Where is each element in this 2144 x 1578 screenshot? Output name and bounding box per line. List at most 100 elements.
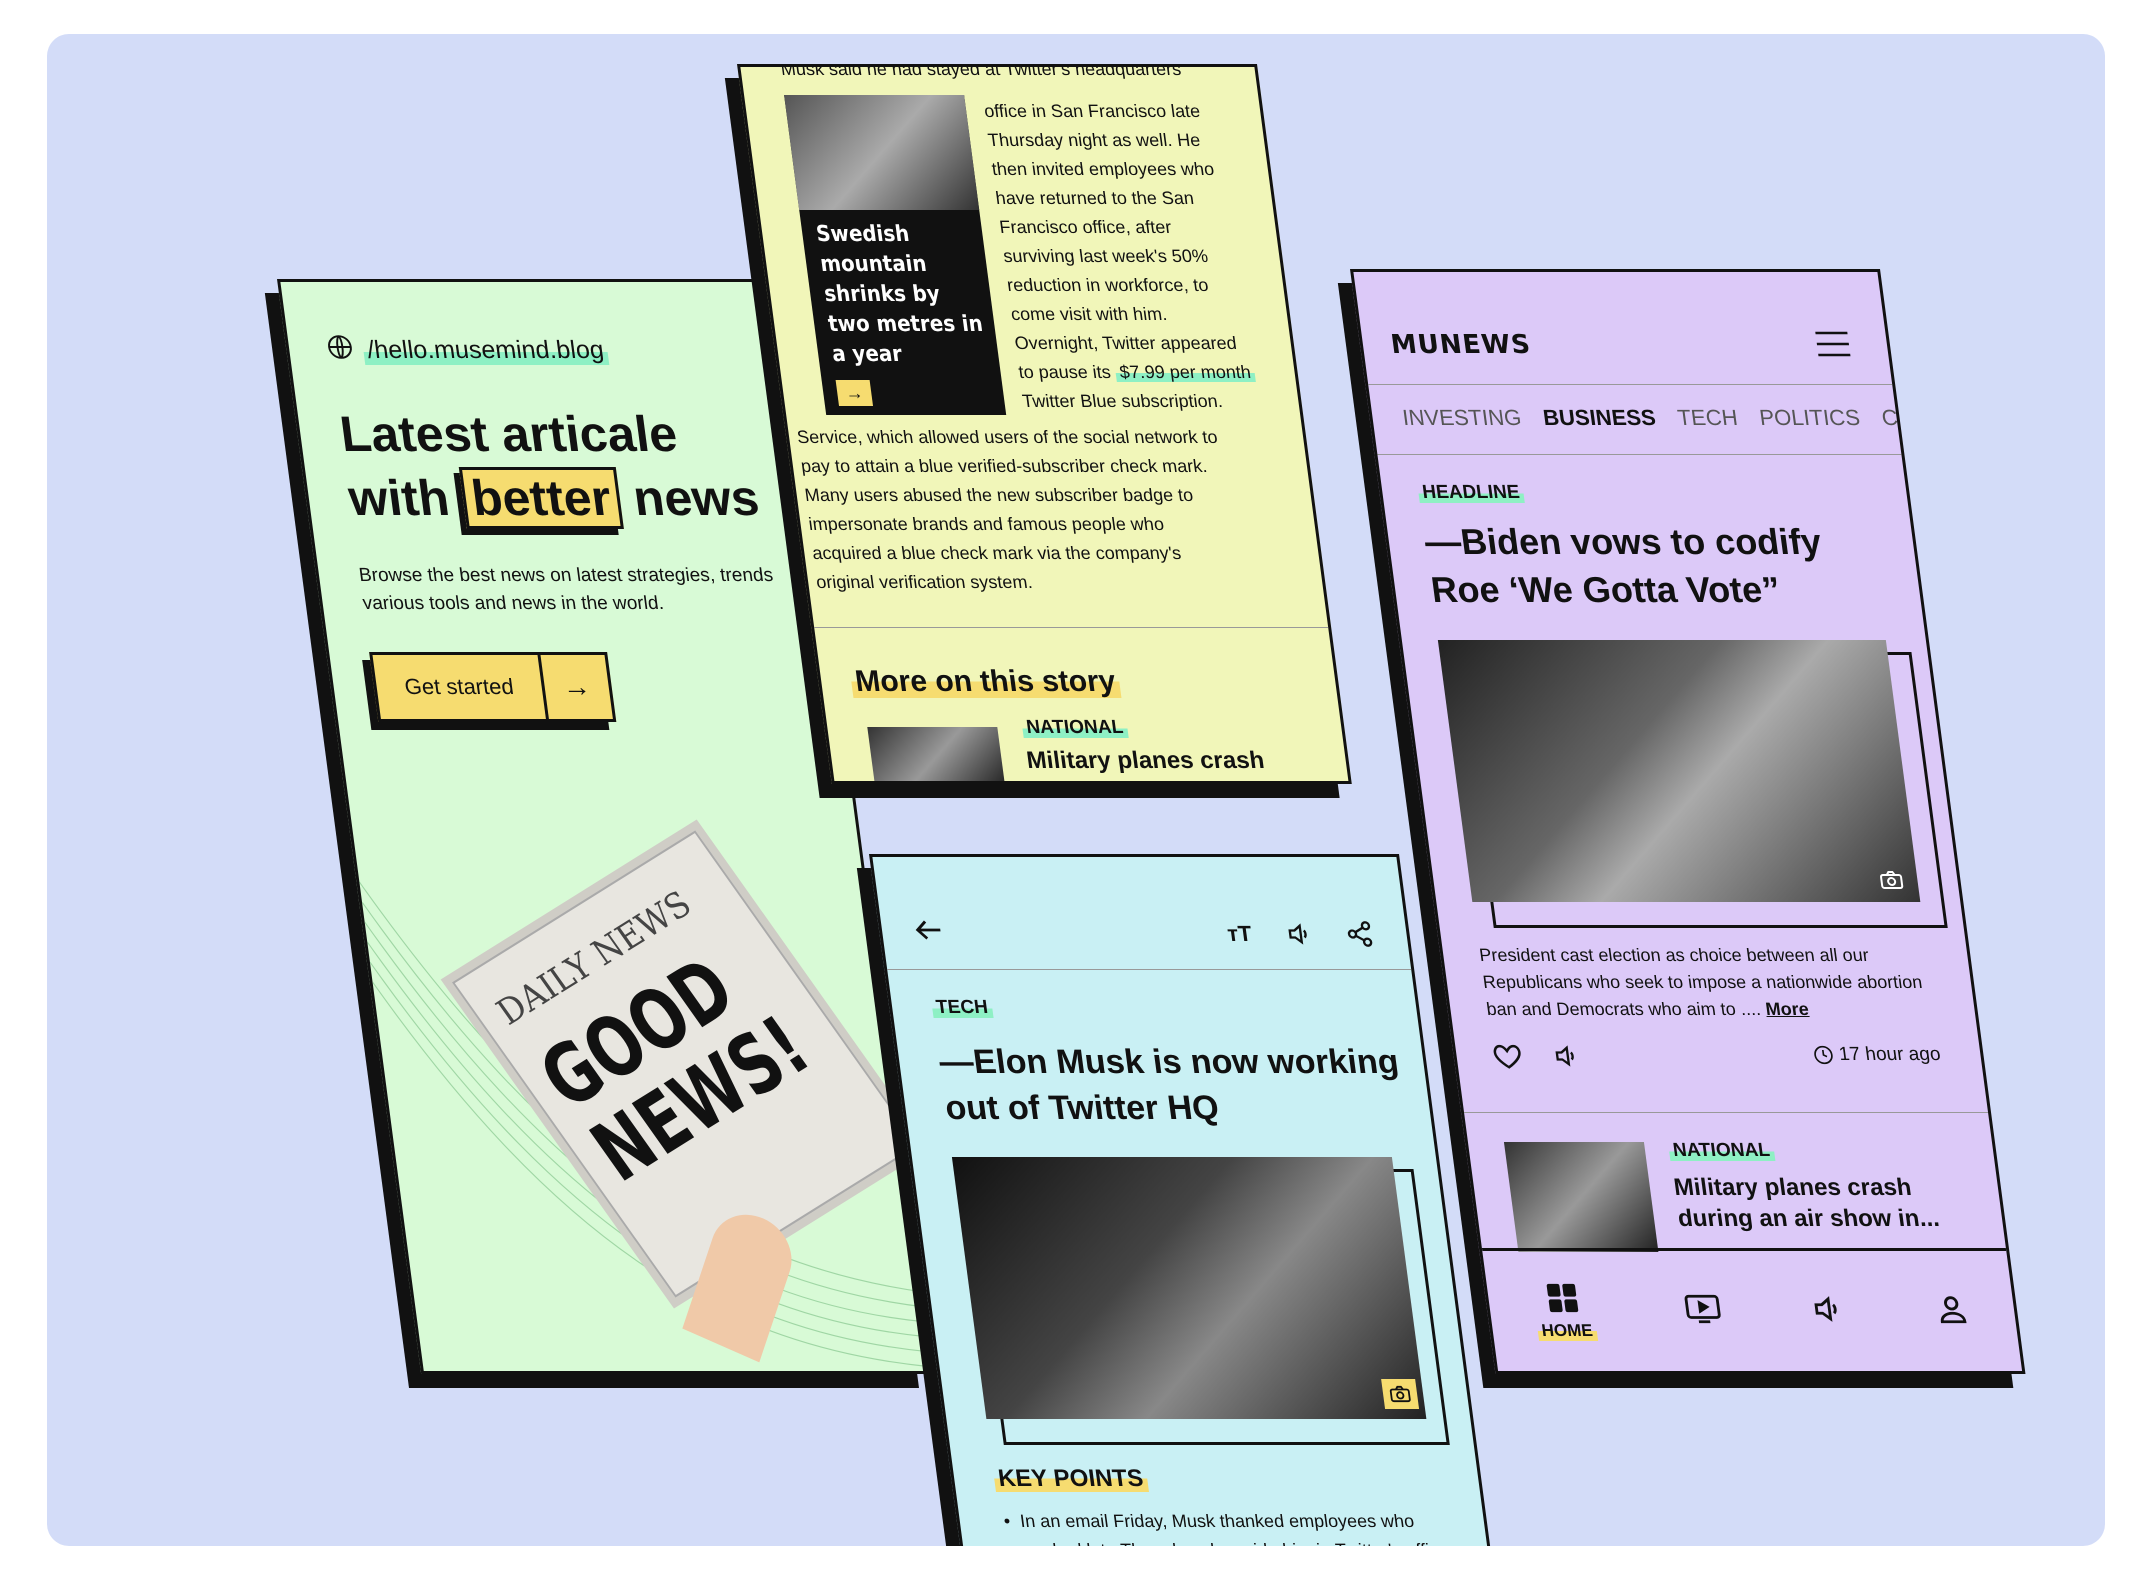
headline-word-with: with <box>345 470 453 526</box>
key-points-text: KEY POINTS <box>992 1465 1149 1492</box>
category: TECH <box>930 997 994 1019</box>
divider <box>1463 1112 1989 1113</box>
bullet-dot: • <box>1002 1511 1012 1531</box>
headline-line-2: with better news <box>345 466 813 530</box>
site-url[interactable]: /hello.musemind.blog <box>361 336 610 365</box>
tab-more[interactable]: C <box>1880 405 1899 431</box>
article-line: reduction in workforce, to <box>1005 275 1210 295</box>
body-line: Service, which allowed users of the soci… <box>795 427 1219 447</box>
bullet-item: • In an email Friday, Musk thanked emplo… <box>1002 1507 1473 1546</box>
headline-word-news: news <box>629 470 763 526</box>
divider <box>814 627 1329 628</box>
tab-politics[interactable]: POLITICS <box>1758 405 1862 431</box>
video-icon <box>1684 1294 1721 1323</box>
hamburger-icon <box>1815 331 1851 357</box>
cut-text: Musk said he had stayed at Twitter's hea… <box>779 64 1183 79</box>
article-line: then invited employees who <box>990 159 1216 179</box>
body-line: Many users abused the new subscriber bad… <box>803 485 1195 505</box>
more-on-story-title: More on this story <box>849 665 1122 699</box>
arrow-left-icon <box>915 920 941 940</box>
back-button[interactable] <box>910 913 949 952</box>
tab-investing[interactable]: INVESTING <box>1401 405 1523 431</box>
category-label: HEADLINE <box>1417 482 1525 503</box>
background-panel: /hello.musemind.blog Latest articale wit… <box>47 34 2105 1546</box>
headline-photo <box>1437 640 1921 902</box>
related-headline[interactable]: Military planes crash during an air show… <box>1672 1172 1980 1234</box>
tab-tech[interactable]: TECH <box>1676 405 1739 431</box>
arrow-right-icon[interactable]: → <box>835 380 874 406</box>
article-line: have returned to the San <box>994 188 1196 208</box>
category-tabs: INVESTING BUSINESS TECH POLITICS C <box>1401 405 1900 431</box>
body-line: acquired a blue check mark via the compa… <box>811 543 1183 563</box>
related-thumbnail[interactable] <box>1503 1142 1659 1252</box>
camera-icon[interactable] <box>1381 1379 1420 1409</box>
article-line: come visit with him. <box>1009 304 1169 324</box>
get-started-button[interactable]: Get started → <box>369 652 617 722</box>
landing-headline: Latest articale with better news <box>336 402 813 530</box>
headline-boxed-word: better <box>458 467 624 529</box>
text-size-icon[interactable]: ᴛT <box>1220 917 1258 951</box>
nav-audio[interactable] <box>1809 1292 1848 1331</box>
story-card[interactable]: Swedish mountain shrinks by two metres i… <box>784 95 1007 415</box>
user-icon <box>1940 1295 1967 1323</box>
speaker-icon[interactable] <box>1280 917 1318 951</box>
category-label: NATIONAL <box>1020 717 1129 738</box>
related-thumbnail[interactable] <box>867 727 1006 784</box>
related-headline[interactable]: Military planes crash <box>1025 747 1266 775</box>
article-screen: Musk said he had stayed at Twitter's hea… <box>737 64 1352 784</box>
camera-icon[interactable] <box>1878 870 1905 895</box>
divider <box>1368 384 1893 385</box>
category-label: TECH <box>930 997 994 1018</box>
landing-subtitle: Browse the best news on latest strategie… <box>357 565 775 614</box>
time-ago: 17 hour ago <box>1837 1044 1942 1065</box>
story-caption: Swedish mountain shrinks by two metres i… <box>814 222 985 367</box>
article-headline: —Elon Musk is now working out of Twitter… <box>936 1043 1401 1127</box>
related-category: NATIONAL <box>1020 717 1129 739</box>
speaker-icon <box>1814 1295 1837 1322</box>
heart-icon[interactable] <box>1491 1042 1525 1075</box>
body-line: original verification system. <box>814 572 1034 592</box>
bottom-nav: HOME <box>1481 1248 2023 1371</box>
price-line: to pause its $7.99 per month <box>1017 358 1257 387</box>
more-link[interactable]: More <box>1764 999 1810 1019</box>
app-logo[interactable]: MUNEWS <box>1389 330 1533 360</box>
price-pre: to pause its <box>1017 362 1112 382</box>
nav-home[interactable]: HOME <box>1531 1281 1599 1341</box>
article-photo <box>951 1157 1427 1419</box>
nav-home-label: HOME <box>1536 1321 1599 1341</box>
speaker-icon[interactable] <box>1551 1042 1583 1075</box>
clock-icon <box>1813 1045 1833 1065</box>
headline-line-1: Latest articale <box>336 406 681 462</box>
action-row <box>1491 1042 1583 1075</box>
key-points-title: KEY POINTS <box>992 1465 1149 1493</box>
timestamp: 17 hour ago <box>1812 1044 1942 1066</box>
tab-business[interactable]: BUSINESS <box>1541 405 1657 431</box>
bullet-text: In an email Friday, Musk thanked employe… <box>1018 1511 1459 1546</box>
home-grid-icon <box>1547 1283 1579 1313</box>
tech-article-screen: ᴛT TECH —Elon Musk is now working out of… <box>869 854 1500 1546</box>
url-row[interactable]: /hello.musemind.blog <box>325 334 610 367</box>
article-line: office in San Francisco late <box>982 101 1202 121</box>
summary-text: President cast election as choice betwee… <box>1477 945 1924 1019</box>
get-started-label: Get started <box>372 655 549 719</box>
news-home-screen: MUNEWS INVESTING BUSINESS TECH POLITICS … <box>1350 269 2026 1374</box>
nav-video[interactable] <box>1681 1292 1724 1331</box>
category: HEADLINE <box>1417 482 1525 504</box>
category-label: NATIONAL <box>1667 1140 1776 1161</box>
share-icon[interactable] <box>1340 917 1378 951</box>
headline[interactable]: —Biden vows to codify Roe ‘We Gotta Vote… <box>1422 518 1885 614</box>
headline-summary: President cast election as choice betwee… <box>1478 942 1939 1023</box>
article-line: surviving last week's 50% <box>1001 246 1210 266</box>
nav-profile[interactable] <box>1933 1292 1972 1331</box>
price-highlight: $7.99 per month <box>1114 362 1257 382</box>
body-line: impersonate brands and famous people who <box>807 514 1166 534</box>
divider <box>887 969 1412 970</box>
portrait-photo <box>784 95 980 210</box>
more-title-text: More on this story <box>849 665 1122 698</box>
globe-icon <box>325 334 355 367</box>
arrow-right-icon: → <box>560 671 593 702</box>
menu-button[interactable] <box>1813 330 1853 363</box>
article-line: Twitter Blue subscription. <box>1021 391 1224 411</box>
article-toolbar: ᴛT <box>1220 917 1378 951</box>
divider <box>1377 454 1902 455</box>
